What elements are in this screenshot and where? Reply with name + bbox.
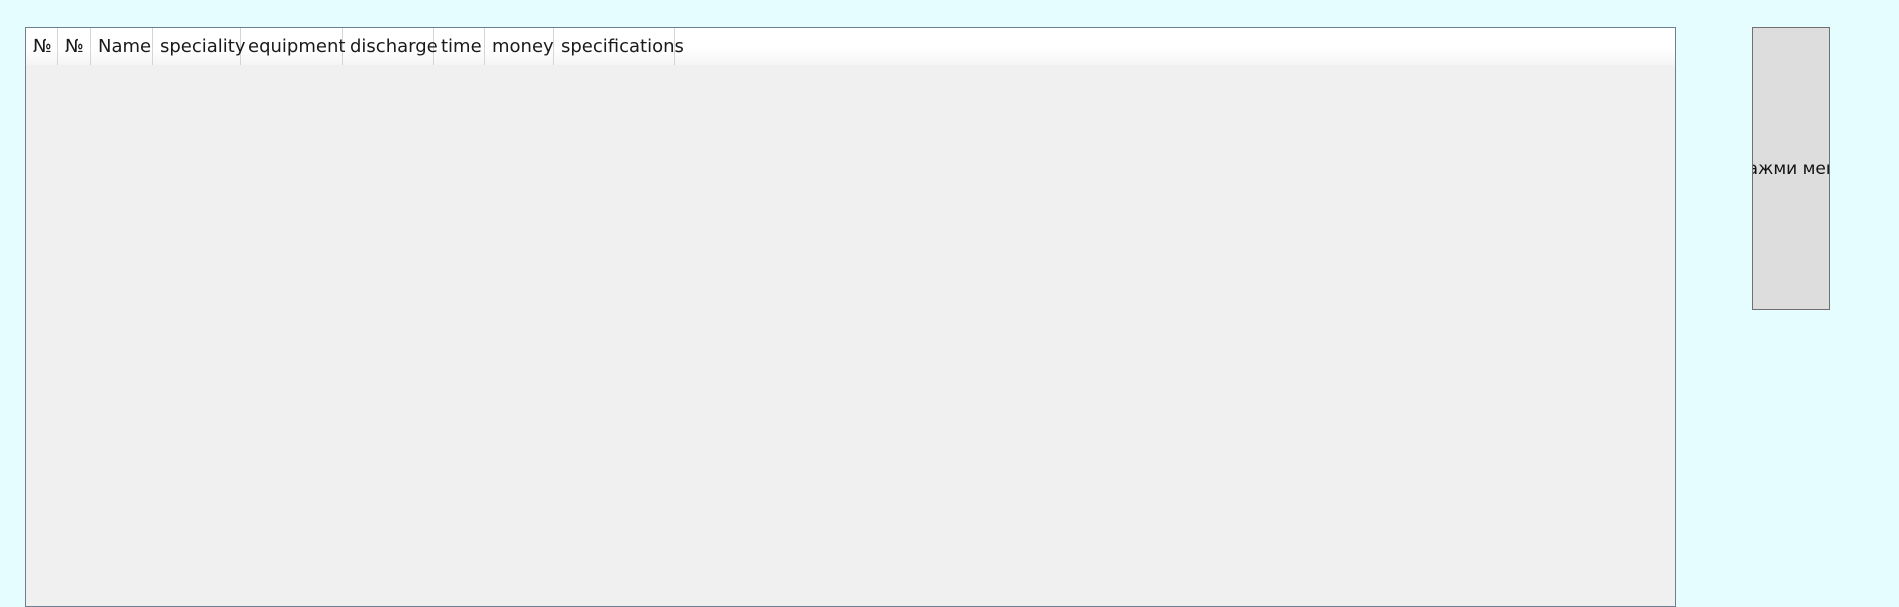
column-header-time[interactable]: time — [434, 28, 485, 65]
column-header-number-1[interactable]: № — [26, 28, 58, 65]
column-header-speciality[interactable]: speciality — [153, 28, 246, 65]
column-header-number-2[interactable]: № — [58, 28, 91, 65]
column-header-discharge[interactable]: discharge — [343, 28, 438, 65]
data-grid[interactable]: № № Name speciality equipment discharge … — [25, 27, 1676, 607]
column-header-equipment[interactable]: equipment — [241, 28, 345, 65]
grid-header-row: № № Name speciality equipment discharge … — [26, 28, 1675, 66]
grid-body[interactable] — [26, 65, 1675, 606]
column-header-name[interactable]: Name — [91, 28, 153, 65]
column-header-money[interactable]: money — [485, 28, 554, 65]
column-header-specifications[interactable]: specifications — [554, 28, 684, 65]
press-me-button[interactable]: Нажми меня — [1752, 27, 1830, 310]
